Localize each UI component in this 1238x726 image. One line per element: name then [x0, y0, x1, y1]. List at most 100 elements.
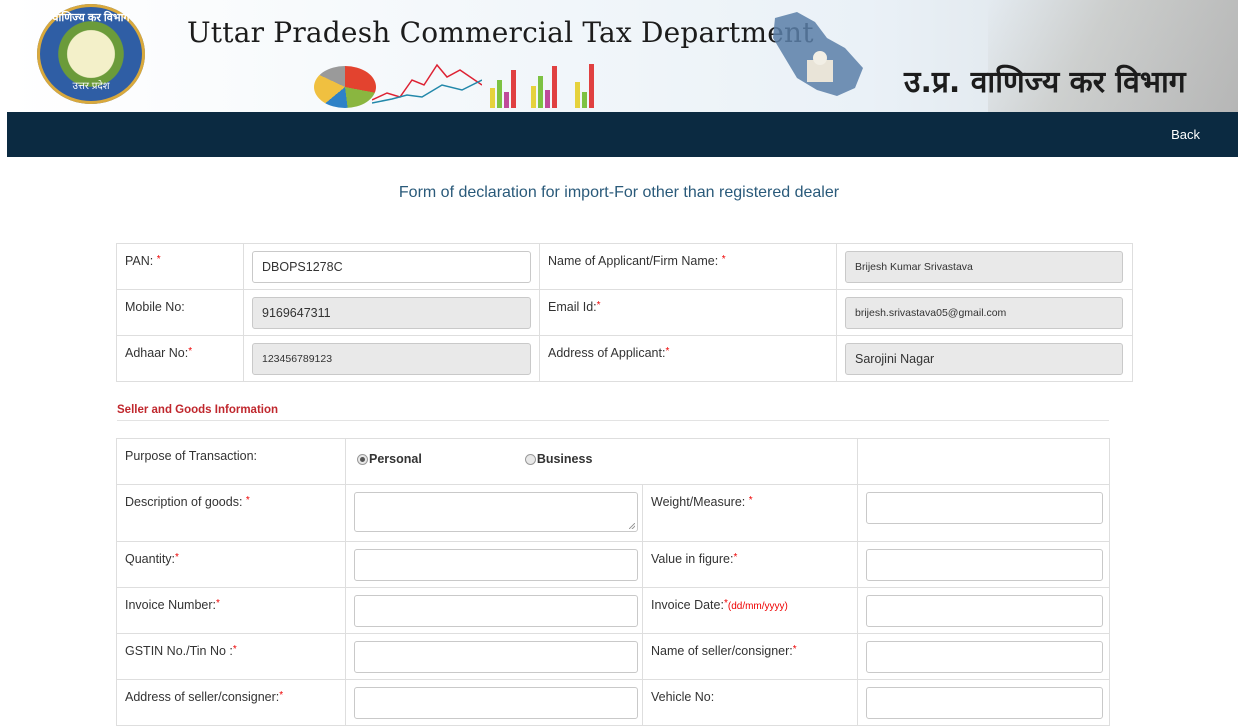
aadhaar-label-cell: Adhaar No:* — [116, 335, 244, 382]
invoice-date-label: Invoice Date: — [651, 598, 724, 612]
invoice-date-input[interactable] — [866, 595, 1103, 627]
gstin-input-cell — [345, 633, 643, 680]
name-value-cell: Brijesh Kumar Srivastava — [836, 243, 1133, 290]
invoice-date-input-cell — [857, 587, 1110, 634]
department-title: Uttar Pradesh Commercial Tax Department — [187, 16, 814, 49]
table-row: Invoice Number:* Invoice Date: * (dd/mm/yy… — [116, 587, 1110, 634]
quantity-label-cell: Quantity:* — [116, 541, 346, 588]
seller-name-label: Name of seller/consigner: — [651, 644, 793, 658]
pan-label: PAN: — [125, 254, 154, 268]
required-marker: * — [665, 346, 670, 357]
required-marker: * — [279, 690, 284, 701]
pan-input[interactable]: DBOPS1278C — [252, 251, 531, 283]
emblem-text: वाणिज्य कर विभाग — [52, 12, 130, 24]
seller-name-input[interactable] — [866, 641, 1103, 673]
date-format-hint: (dd/mm/yyyy) — [727, 601, 788, 612]
name-label: Name of Applicant/Firm Name: — [548, 254, 719, 268]
line-graph-graphic — [372, 63, 482, 104]
personal-option-label: Personal — [369, 452, 422, 466]
seller-name-label-cell: Name of seller/consigner:* — [642, 633, 858, 680]
back-link[interactable]: Back — [1171, 127, 1200, 142]
empty-cell — [857, 438, 1110, 485]
required-marker: * — [175, 552, 179, 563]
header-banner: वाणिज्य कर विभाग उत्तर प्रदेश Uttar Prad… — [7, 0, 1238, 112]
table-row: Quantity:* Value in figure:* — [116, 541, 1110, 588]
pan-value-cell: DBOPS1278C — [243, 243, 540, 290]
weight-label-cell: Weight/Measure: * — [642, 484, 858, 542]
email-field[interactable]: brijesh.srivastava05@gmail.com — [845, 297, 1123, 329]
section-title: Seller and Goods Information — [117, 404, 279, 416]
business-option-label: Business — [536, 452, 593, 466]
department-title-hindi: उ.प्र. वाणिज्य कर विभाग — [904, 65, 1186, 100]
vehicle-label-cell: Vehicle No: — [642, 679, 858, 726]
mobile-value-cell: 9169647311 — [243, 289, 540, 336]
required-marker: * — [733, 552, 738, 563]
seller-name-input-cell — [857, 633, 1110, 680]
form-heading: Form of declaration for import-For other… — [398, 184, 840, 201]
description-label-cell: Description of goods: * — [116, 484, 346, 542]
department-emblem-logo: वाणिज्य कर विभाग उत्तर प्रदेश — [37, 4, 145, 104]
aadhaar-field[interactable]: 123456789123 — [252, 343, 531, 375]
description-textarea[interactable] — [354, 492, 638, 532]
address-label-cell: Address of Applicant:* — [539, 335, 837, 382]
top-navbar: Back — [7, 112, 1238, 157]
purpose-options-cell: Personal Business — [345, 438, 858, 485]
invoice-number-label: Invoice Number: — [125, 598, 217, 612]
invoice-number-label-cell: Invoice Number:* — [116, 587, 346, 634]
quantity-label: Quantity: — [125, 552, 176, 566]
address-value-cell: Sarojini Nagar — [836, 335, 1133, 382]
description-input-cell — [345, 484, 643, 542]
vehicle-input-cell — [857, 679, 1110, 726]
value-label-cell: Value in figure:* — [642, 541, 858, 588]
uttar-pradesh-map-graphic — [773, 12, 863, 96]
mobile-field[interactable]: 9169647311 — [252, 297, 531, 329]
business-radio[interactable] — [524, 453, 536, 465]
value-input-cell — [857, 541, 1110, 588]
weight-input-cell — [857, 484, 1110, 542]
table-row: PAN: * DBOPS1278C Name of Applicant/Firm… — [116, 243, 1133, 290]
quantity-input-cell — [345, 541, 643, 588]
table-row: Mobile No: 9169647311 Email Id:* brijesh… — [116, 289, 1133, 336]
required-marker: * — [156, 254, 161, 265]
required-marker: * — [232, 644, 237, 655]
address-field[interactable]: Sarojini Nagar — [845, 343, 1123, 375]
gstin-label: GSTIN No./Tin No : — [125, 644, 233, 658]
value-input[interactable] — [866, 549, 1103, 581]
vehicle-input[interactable] — [866, 687, 1103, 719]
table-row: Description of goods: * Weight/Measure: … — [116, 484, 1110, 542]
aadhaar-value-cell: 123456789123 — [243, 335, 540, 382]
required-marker: * — [245, 495, 250, 506]
required-marker: * — [216, 598, 220, 609]
seller-address-input[interactable] — [354, 687, 638, 719]
mobile-label: Mobile No: — [125, 300, 185, 314]
pie-chart-graphic — [314, 66, 376, 108]
required-marker: * — [188, 346, 193, 357]
invoice-number-input-cell — [345, 587, 643, 634]
email-value-cell: brijesh.srivastava05@gmail.com — [836, 289, 1133, 336]
required-marker: * — [792, 644, 797, 655]
table-row: Adhaar No:* 123456789123 Address of Appl… — [116, 335, 1133, 382]
required-marker: * — [596, 300, 601, 311]
value-label: Value in figure: — [651, 552, 734, 566]
goods-info-table: Purpose of Transaction: Personal Busines… — [116, 438, 1110, 726]
personal-radio[interactable] — [357, 453, 368, 465]
bar-chart-graphic — [490, 64, 594, 108]
seller-address-input-cell — [345, 679, 643, 726]
aadhaar-label: Adhaar No: — [125, 346, 189, 360]
weight-input[interactable] — [866, 492, 1103, 524]
purpose-label-cell: Purpose of Transaction: — [116, 438, 346, 485]
table-row: GSTIN No./Tin No :* Name of seller/consi… — [116, 633, 1110, 680]
name-label-cell: Name of Applicant/Firm Name: * — [539, 243, 837, 290]
applicant-name-field[interactable]: Brijesh Kumar Srivastava — [845, 251, 1123, 283]
address-label: Address of Applicant: — [548, 346, 666, 360]
gstin-input[interactable] — [354, 641, 638, 673]
email-label-cell: Email Id:* — [539, 289, 837, 336]
description-label: Description of goods: — [125, 495, 243, 509]
quantity-input[interactable] — [354, 549, 638, 581]
seller-address-label-cell: Address of seller/consigner:* — [116, 679, 346, 726]
weight-label: Weight/Measure: — [651, 495, 746, 509]
table-row: Purpose of Transaction: Personal Busines… — [116, 438, 1110, 485]
table-row: Address of seller/consigner:* Vehicle No… — [116, 679, 1110, 726]
emblem-bottom-text: उत्तर प्रदेश — [72, 81, 110, 92]
invoice-number-input[interactable] — [354, 595, 638, 627]
